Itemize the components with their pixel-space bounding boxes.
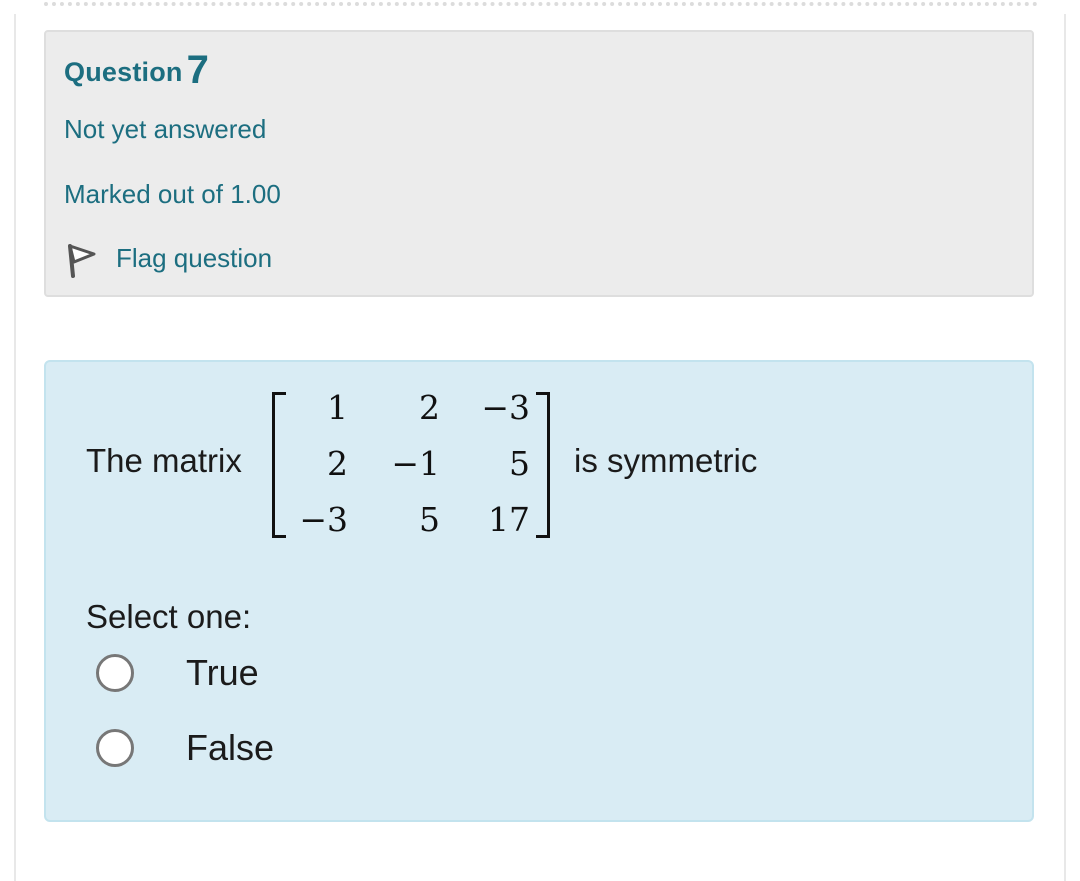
matrix: 1 2 −3 2 −1 5 −3 5 17: [272, 388, 550, 540]
quiz-page: Question 7 Not yet answered Marked out of…: [0, 0, 1080, 881]
question-text-suffix: is symmetric: [574, 442, 758, 479]
flag-question-label[interactable]: Flag question: [116, 243, 272, 274]
matrix-cell: −3: [481, 388, 530, 427]
question-grade: Marked out of 1.00: [64, 179, 281, 209]
matrix-cell: 5: [509, 444, 530, 483]
flag-question-link[interactable]: Flag question: [64, 238, 272, 278]
select-one-prompt: Select one:: [86, 598, 252, 635]
option-false-label[interactable]: False: [186, 727, 274, 769]
matrix-cell: 2: [327, 444, 348, 483]
option-false[interactable]: False: [96, 727, 274, 769]
option-true-label[interactable]: True: [186, 652, 259, 694]
matrix-right-bracket: [536, 392, 550, 538]
matrix-cell: 5: [419, 500, 440, 539]
radio-false[interactable]: [96, 729, 134, 767]
question-number-value: 7: [186, 48, 210, 92]
option-true[interactable]: True: [96, 652, 259, 694]
question-number: Question 7: [64, 48, 209, 93]
question-text-prefix: The matrix: [86, 442, 242, 479]
question-info-panel: Question 7 Not yet answered Marked out of…: [44, 30, 1034, 297]
question-content-panel: The matrix 1 2 −3 2 −1 5 −3 5 17 is symm…: [44, 360, 1034, 822]
matrix-cell: −3: [299, 500, 348, 539]
question-label: Question: [64, 57, 183, 87]
flag-icon[interactable]: [64, 238, 102, 278]
question-state: Not yet answered: [64, 114, 267, 144]
right-border: [1064, 14, 1066, 881]
radio-true[interactable]: [96, 654, 134, 692]
left-border: [14, 14, 16, 881]
matrix-cell: −1: [391, 444, 440, 483]
top-divider: [44, 2, 1038, 6]
matrix-cell: 17: [488, 500, 530, 539]
matrix-cell: 2: [419, 388, 440, 427]
matrix-cell: 1: [327, 388, 348, 427]
